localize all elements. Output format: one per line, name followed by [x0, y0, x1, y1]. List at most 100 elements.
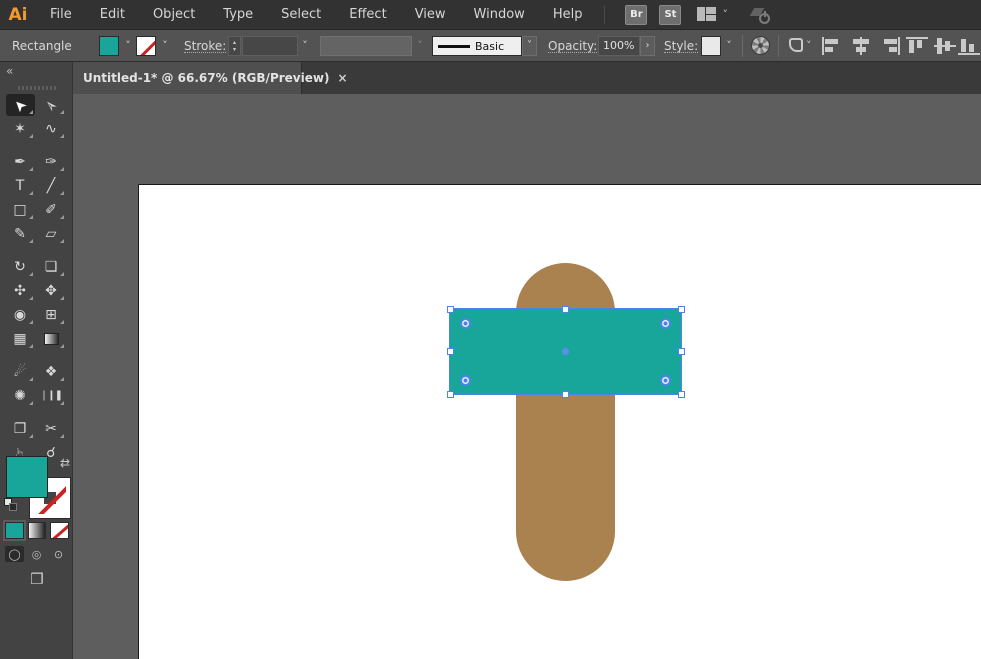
eraser-tool[interactable]: ▱ [37, 223, 66, 245]
artboard-tool[interactable]: ❐ [6, 418, 35, 440]
handle-middle-right[interactable] [678, 348, 685, 355]
perspective-grid-tool[interactable]: ⊞ [37, 304, 66, 326]
stroke-width-chevron-icon[interactable]: ˅ [298, 36, 312, 56]
gradient-tool[interactable] [37, 328, 66, 350]
stroke-chevron-icon[interactable]: ˅ [158, 36, 172, 56]
menu-file[interactable]: File [36, 0, 86, 30]
brush-chevron-icon[interactable]: ˅ [522, 36, 537, 56]
none-button[interactable] [50, 522, 70, 539]
mesh-tool[interactable]: ▦ [6, 328, 35, 350]
illustrator-window: Ai File Edit Object Type Select Effect V… [0, 0, 981, 659]
paintbrush-tool[interactable]: ✐ [37, 199, 66, 221]
default-fill-stroke-icon[interactable] [4, 498, 18, 512]
screen-mode-button[interactable]: ❒ [22, 570, 52, 590]
menu-edit[interactable]: Edit [86, 0, 139, 30]
symbol-sprayer-tool[interactable]: ✺ [6, 385, 35, 407]
blend-tool[interactable]: ❖ [37, 361, 66, 383]
workspace-switcher[interactable]: ˅ [697, 7, 728, 22]
vertical-align-top-button[interactable] [906, 37, 928, 55]
corner-widget-bottom-right[interactable] [660, 375, 671, 386]
fill-chevron-icon[interactable]: ˅ [121, 36, 135, 56]
recolor-artwork-icon [751, 36, 770, 55]
line-segment-tool[interactable]: ╱ [37, 175, 66, 197]
width-tool[interactable]: ✣ [6, 280, 35, 302]
corner-widget-bottom-left[interactable] [460, 375, 471, 386]
document-tab[interactable]: Untitled-1* @ 66.67% (RGB/Preview) × [73, 62, 348, 94]
curvature-tool[interactable]: ✑ [37, 151, 66, 173]
direct-selection-tool[interactable]: ➢ [37, 94, 66, 116]
opacity-expand-icon[interactable]: › [640, 36, 655, 56]
style-panel-link[interactable]: Style: [664, 39, 699, 53]
brush-definition-dropdown[interactable]: Basic [432, 36, 522, 56]
slice-tool[interactable]: ✂ [37, 418, 66, 440]
graphic-style-swatch[interactable] [701, 36, 721, 56]
lasso-tool[interactable]: ∿ [37, 118, 66, 140]
shape-builder-tool[interactable]: ◉ [6, 304, 35, 326]
draw-inside-mode[interactable]: ⊙ [49, 546, 68, 562]
stepper-up-icon[interactable]: ▴ [233, 39, 236, 46]
collapse-panel-icon[interactable]: « [6, 64, 13, 78]
corner-widget-top-left[interactable] [460, 318, 471, 329]
handle-top-right[interactable] [678, 306, 685, 313]
handle-top-left[interactable] [447, 306, 454, 313]
draw-normal-mode[interactable]: ◯ [5, 546, 24, 562]
fill-proxy-swatch[interactable] [6, 456, 48, 498]
menu-select[interactable]: Select [267, 0, 335, 30]
rectangle-tool[interactable]: □ [6, 199, 35, 221]
menu-help[interactable]: Help [539, 0, 597, 30]
handle-top-center[interactable] [562, 306, 569, 313]
close-tab-icon[interactable]: × [329, 71, 347, 85]
tools-panel: « ➤ ➢ ✶ ∿ ✒ ✑ T ╱ □ ✐ ✎ ▱ ↻ ❏ ✣ ✥ ◉ ⊞ ▦ … [0, 62, 73, 659]
horizontal-align-right-button[interactable] [878, 37, 900, 55]
menu-view[interactable]: View [401, 0, 460, 30]
menu-object[interactable]: Object [139, 0, 209, 30]
stroke-panel-link[interactable]: Stroke: [184, 39, 227, 53]
canvas-area[interactable] [73, 94, 981, 659]
stock-button[interactable]: St [659, 4, 682, 25]
menu-effect[interactable]: Effect [335, 0, 400, 30]
magic-wand-tool[interactable]: ✶ [6, 118, 35, 140]
vertical-align-center-button[interactable] [934, 37, 956, 55]
handle-bottom-left[interactable] [447, 391, 454, 398]
panel-grip[interactable] [18, 86, 56, 90]
menu-type[interactable]: Type [209, 0, 267, 30]
opacity-panel-link[interactable]: Opacity: [548, 39, 598, 53]
stroke-width-stepper[interactable]: ▴ ▾ [228, 36, 241, 56]
free-transform-tool[interactable]: ✥ [37, 280, 66, 302]
selection-center-point[interactable] [562, 348, 569, 355]
gradient-tool-icon [43, 333, 59, 345]
bridge-button[interactable]: Br [625, 4, 648, 25]
fill-color-swatch[interactable] [99, 36, 119, 56]
eyedropper-tool[interactable]: ☄ [6, 361, 35, 383]
rotate-tool[interactable]: ↻ [6, 256, 35, 278]
pen-tool[interactable]: ✒ [6, 151, 35, 173]
horizontal-align-center-button[interactable] [850, 37, 872, 55]
swap-fill-stroke-icon[interactable]: ⇄ [60, 456, 70, 470]
stroke-width-input[interactable] [242, 36, 298, 56]
scale-tool[interactable]: ❏ [37, 256, 66, 278]
handle-bottom-center[interactable] [562, 391, 569, 398]
opacity-input[interactable]: 100% [598, 36, 640, 56]
shape-icon [789, 38, 803, 52]
selection-tool[interactable]: ➤ [5, 94, 35, 116]
gradient-button[interactable] [27, 522, 47, 539]
draw-behind-mode[interactable]: ◎ [27, 546, 46, 562]
horizontal-align-left-button[interactable] [822, 37, 844, 55]
variable-width-dropdown [320, 36, 412, 56]
handle-bottom-right[interactable] [678, 391, 685, 398]
stroke-color-swatch[interactable] [136, 36, 156, 56]
menu-window[interactable]: Window [460, 0, 539, 30]
corner-widget-top-right[interactable] [660, 318, 671, 329]
handle-middle-left[interactable] [447, 348, 454, 355]
shaper-tool[interactable]: ✎ [6, 223, 35, 245]
shape-options-button[interactable]: ˅ [789, 38, 812, 58]
brush-name: Basic [475, 39, 505, 53]
fill-stroke-indicator: ⇄ [4, 456, 71, 519]
vertical-align-bottom-button[interactable] [958, 37, 980, 55]
style-chevron-icon[interactable]: ˅ [722, 36, 736, 56]
column-graph-tool[interactable]: ❘❙❚ [37, 385, 66, 407]
recolor-artwork-button[interactable] [751, 36, 770, 56]
type-tool[interactable]: T [6, 175, 35, 197]
stepper-down-icon[interactable]: ▾ [233, 46, 236, 53]
color-button[interactable] [3, 520, 26, 541]
